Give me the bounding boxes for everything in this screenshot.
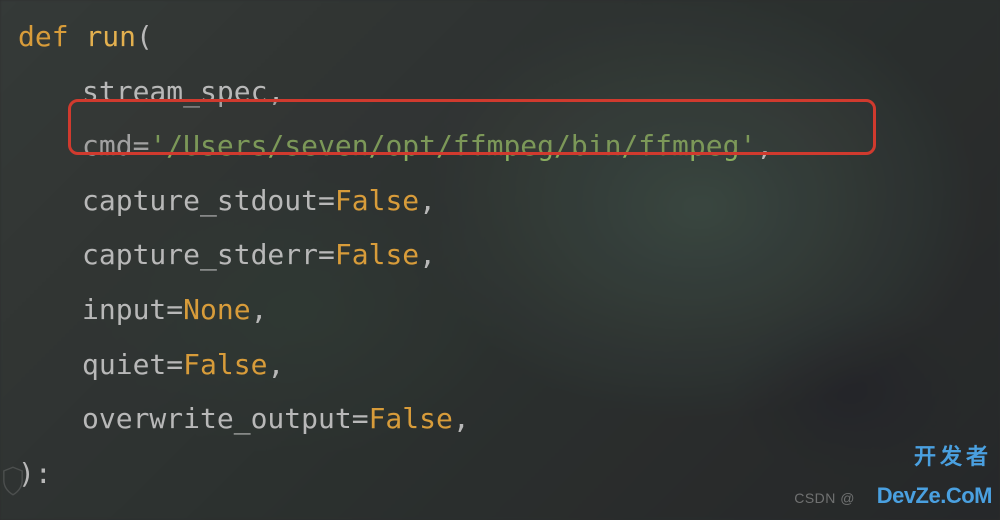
code-line-param: stream_spec,: [18, 65, 1000, 120]
equals: =: [166, 293, 183, 326]
param-name: input: [82, 293, 166, 326]
code-line-param: capture_stdout=False,: [18, 174, 1000, 229]
code-line-param: overwrite_output=False,: [18, 392, 1000, 447]
param-name: cmd: [82, 129, 133, 162]
code-line-def: def run(: [18, 10, 1000, 65]
comma: ,: [267, 348, 284, 381]
keyword-value: False: [369, 402, 453, 435]
equals: =: [133, 129, 150, 162]
code-line-param: capture_stderr=False,: [18, 228, 1000, 283]
param-name: capture_stdout: [82, 184, 318, 217]
param-name: capture_stderr: [82, 238, 318, 271]
equals: =: [166, 348, 183, 381]
comma: ,: [267, 75, 284, 108]
keyword-value: False: [335, 238, 419, 271]
comma: ,: [419, 184, 436, 217]
equals: =: [318, 238, 335, 271]
code-line-param-highlighted: cmd='/Users/seven/opt/ffmpeg/bin/ffmpeg'…: [18, 119, 1000, 174]
equals: =: [352, 402, 369, 435]
shield-icon: [2, 460, 24, 490]
param-name: overwrite_output: [82, 402, 352, 435]
comma: ,: [453, 402, 470, 435]
watermark-csdn: CSDN @: [794, 485, 855, 512]
open-paren: (: [136, 20, 153, 53]
comma: ,: [756, 129, 773, 162]
code-line-param: input=None,: [18, 283, 1000, 338]
keyword-value: False: [183, 348, 267, 381]
param-name: stream_spec: [82, 75, 267, 108]
string-value: '/Users/seven/opt/ffmpeg/bin/ffmpeg': [149, 129, 756, 162]
comma: ,: [419, 238, 436, 271]
function-name: run: [85, 20, 136, 53]
code-block: def run( stream_spec, cmd='/Users/seven/…: [0, 0, 1000, 501]
keyword-value: None: [183, 293, 250, 326]
keyword-def: def: [18, 20, 69, 53]
code-line-param: quiet=False,: [18, 338, 1000, 393]
comma: ,: [251, 293, 268, 326]
param-name: quiet: [82, 348, 166, 381]
keyword-value: False: [335, 184, 419, 217]
watermark-csdn-text: CSDN @: [794, 490, 855, 506]
equals: =: [318, 184, 335, 217]
